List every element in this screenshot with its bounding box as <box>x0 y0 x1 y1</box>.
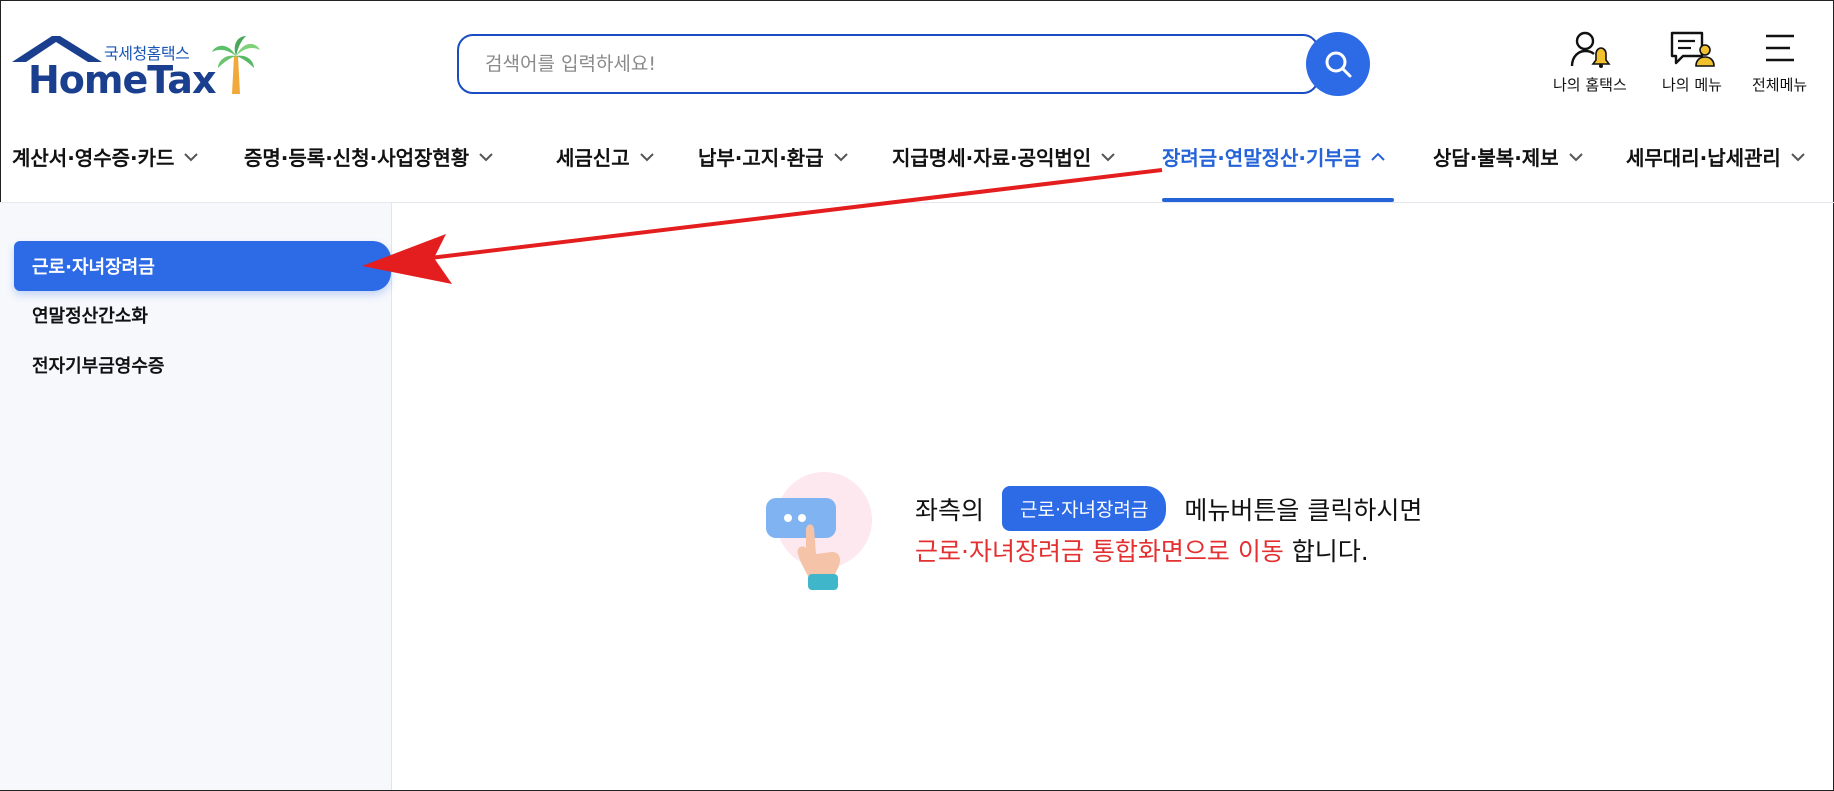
my-menu-label: 나의 메뉴 <box>1662 76 1722 94</box>
hometax-logo[interactable]: 국세청홈택스 HomeTax <box>12 30 272 102</box>
guide-highlight: 근로·자녀장려금 통합화면으로 이동 <box>915 537 1284 566</box>
nav-item-label: 계산서·영수증·카드 <box>12 146 175 170</box>
sidebar-item-year-end-settlement[interactable]: 연말정산간소화 <box>14 290 391 340</box>
guide-message: 좌측의 근로·자녀장려금 메뉴버튼을 클릭하시면 근로·자녀장려금 통합화면으로… <box>760 468 1480 608</box>
main-nav: 계산서·영수증·카드 증명·등록·신청·사업장현황 세금신고 납부·고지·환급 … <box>0 112 1834 203</box>
search-bar <box>457 32 1370 96</box>
chevron-down-icon <box>1101 152 1115 161</box>
palm-tree-icon <box>212 36 260 94</box>
nav-item-label: 세무대리·납세관리 <box>1626 146 1781 170</box>
guide-prefix: 좌측의 <box>915 495 985 525</box>
user-bell-icon <box>1570 31 1611 68</box>
guide-suffix: 메뉴버튼을 클릭하시면 <box>1184 495 1423 525</box>
nav-item-label: 상담·불복·제보 <box>1433 146 1559 170</box>
sidebar-item-donation-receipt[interactable]: 전자기부금영수증 <box>14 340 391 390</box>
sidebar: 근로·자녀장려금 연말정산간소화 전자기부금영수증 <box>0 203 392 790</box>
sidebar-item-earned-income-credit[interactable]: 근로·자녀장려금 <box>14 241 391 291</box>
nav-item-incentives[interactable]: 장려금·연말정산·기부금 <box>1162 142 1385 171</box>
guide-end: 합니다. <box>1291 537 1369 566</box>
nav-item-label: 납부·고지·환급 <box>698 146 824 170</box>
chevron-down-icon <box>184 152 199 161</box>
header: 국세청홈택스 HomeTax 나의 홈택스 <box>0 0 1834 112</box>
all-menu-label: 전체메뉴 <box>1752 76 1808 94</box>
hamburger-icon <box>1765 34 1794 62</box>
chevron-down-icon <box>479 152 493 161</box>
sidebar-item-label: 전자기부금영수증 <box>32 356 165 377</box>
nav-item-payment[interactable]: 납부·고지·환급 <box>698 142 848 171</box>
nav-item-label: 세금신고 <box>556 146 630 170</box>
search-input[interactable] <box>457 34 1319 94</box>
active-nav-underline <box>1162 198 1394 202</box>
search-button[interactable] <box>1306 32 1370 96</box>
sidebar-item-label: 근로·자녀장려금 <box>32 257 155 278</box>
my-hometax-button[interactable]: 나의 홈택스 <box>1553 30 1627 95</box>
nav-item-label: 증명·등록·신청·사업장현황 <box>244 146 470 170</box>
chevron-down-icon <box>833 152 848 161</box>
logo-brand-text: HomeTax <box>28 58 216 102</box>
tapping-hand-icon <box>766 472 872 590</box>
nav-item-agents[interactable]: 세무대리·납세관리 <box>1626 142 1805 171</box>
sidebar-item-label: 연말정산간소화 <box>32 306 148 327</box>
chevron-down-icon <box>639 152 654 161</box>
menu-user-icon <box>1670 31 1715 67</box>
chevron-up-icon <box>1371 152 1385 161</box>
guide-line-1: 좌측의 근로·자녀장려금 메뉴버튼을 클릭하시면 <box>915 486 1422 531</box>
nav-item-certificates[interactable]: 증명·등록·신청·사업장현황 <box>244 142 493 171</box>
nav-item-invoices[interactable]: 계산서·영수증·카드 <box>12 142 199 171</box>
my-menu-button[interactable]: 나의 메뉴 <box>1662 30 1722 95</box>
guide-menu-chip: 근로·자녀장려금 <box>1002 486 1167 531</box>
nav-item-label: 장려금·연말정산·기부금 <box>1162 146 1362 170</box>
my-hometax-label: 나의 홈택스 <box>1553 76 1627 94</box>
chevron-down-icon <box>1791 152 1805 161</box>
search-icon <box>1325 51 1352 78</box>
nav-item-statements[interactable]: 지급명세·자료·공익법인 <box>892 142 1115 171</box>
chevron-down-icon <box>1568 152 1583 161</box>
nav-item-tax-return[interactable]: 세금신고 <box>556 142 654 171</box>
nav-item-consult[interactable]: 상담·불복·제보 <box>1433 142 1583 171</box>
guide-line-2: 근로·자녀장려금 통합화면으로 이동 합니다. <box>915 532 1369 568</box>
nav-item-label: 지급명세·자료·공익법인 <box>892 146 1092 170</box>
all-menu-button[interactable]: 전체메뉴 <box>1752 30 1807 95</box>
